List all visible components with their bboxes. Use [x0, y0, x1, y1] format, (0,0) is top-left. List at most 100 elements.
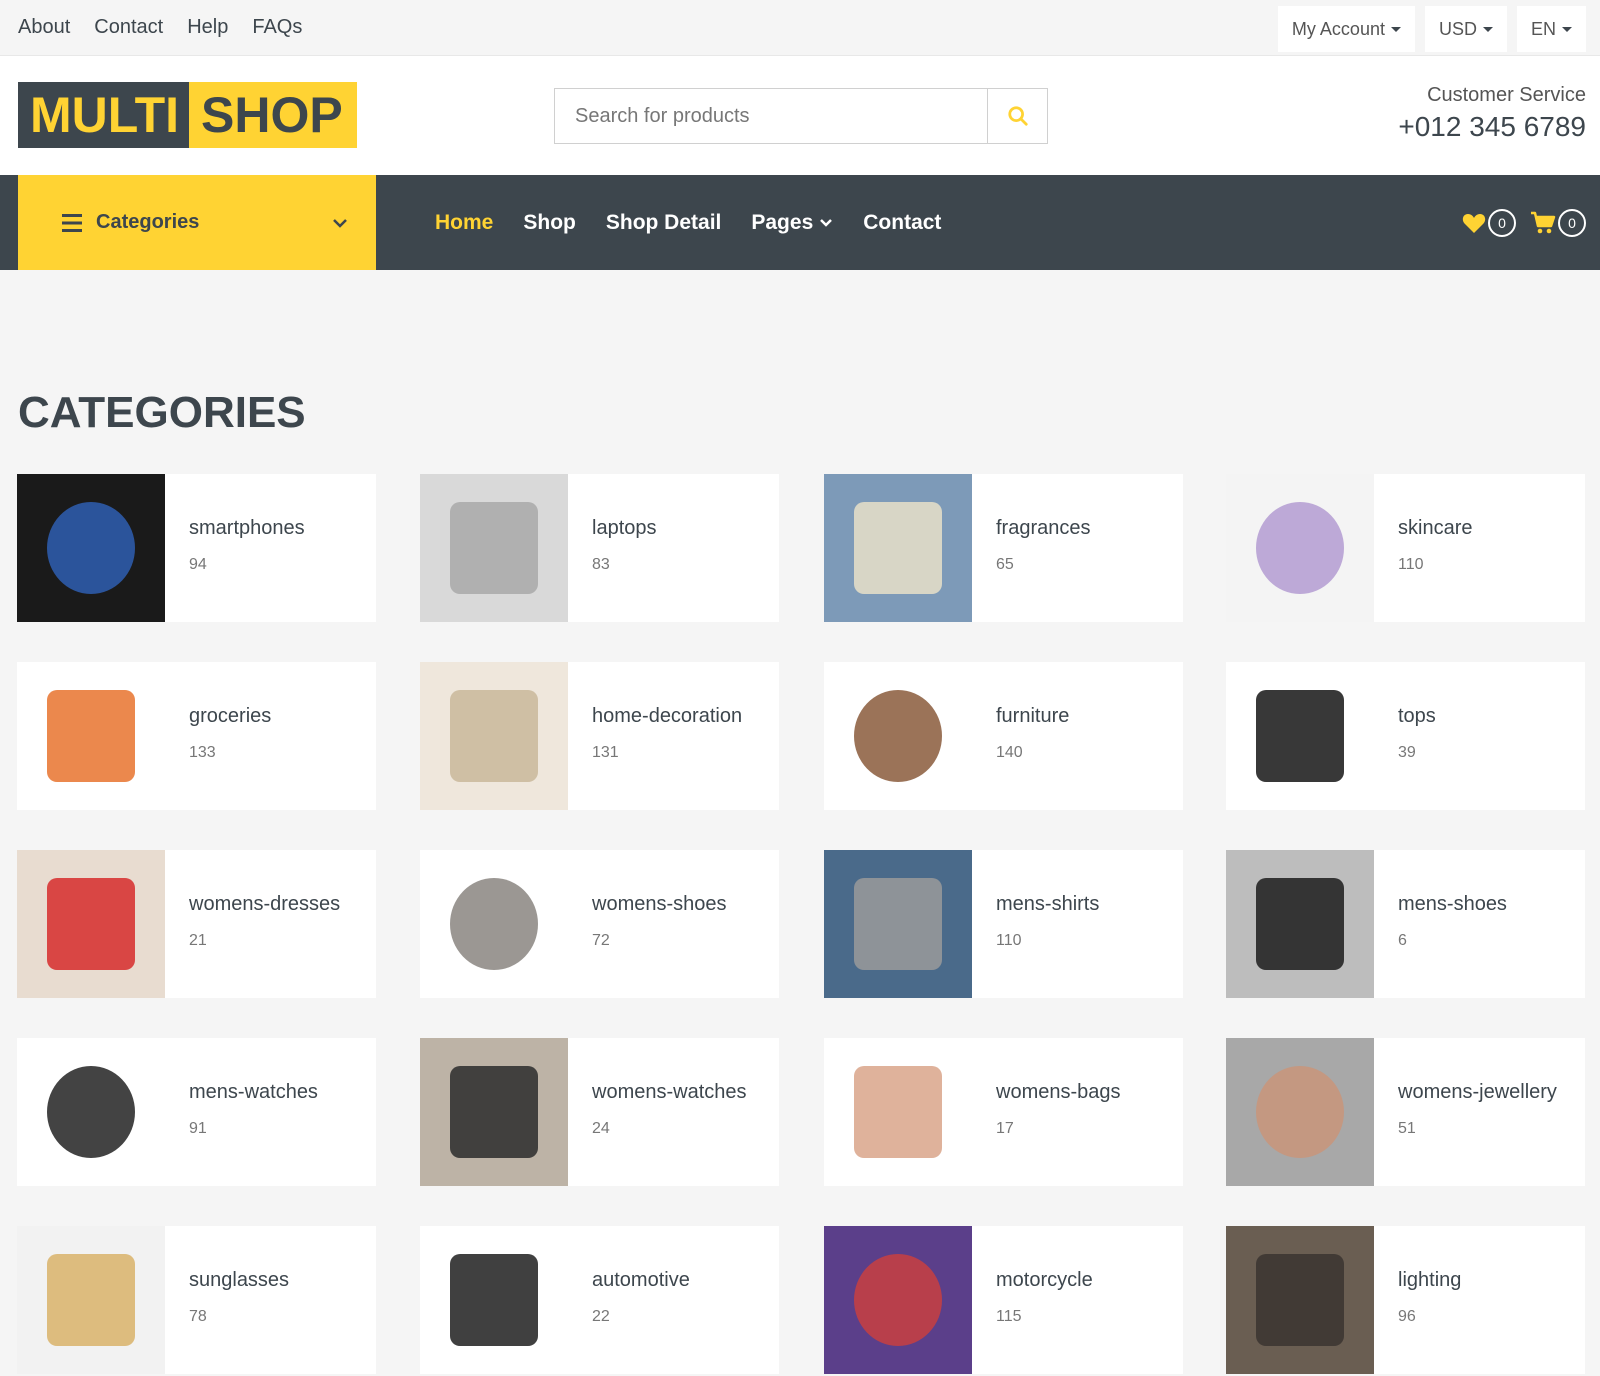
- language-dropdown[interactable]: EN: [1516, 6, 1586, 52]
- category-count: 17: [996, 1120, 1014, 1137]
- categories-title: CATEGORIES: [18, 388, 306, 437]
- nav-contact[interactable]: Contact: [863, 211, 941, 235]
- category-count: 91: [189, 1120, 207, 1137]
- category-info: skincare 110: [1374, 474, 1578, 622]
- category-card[interactable]: laptops 83: [420, 474, 779, 622]
- category-card[interactable]: womens-shoes 72: [420, 850, 779, 998]
- nav-pages[interactable]: Pages: [751, 211, 833, 235]
- category-info: tops 39: [1374, 662, 1578, 810]
- category-card[interactable]: lighting 96: [1226, 1226, 1585, 1374]
- category-count: 51: [1398, 1120, 1416, 1137]
- caret-down-icon: [1482, 26, 1493, 32]
- category-image: [1226, 662, 1374, 810]
- category-info: mens-watches 91: [165, 1038, 369, 1186]
- category-card[interactable]: motorcycle 115: [824, 1226, 1183, 1374]
- caret-down-icon: [1390, 26, 1401, 32]
- category-count: 110: [1398, 556, 1424, 573]
- about-link[interactable]: About: [18, 16, 70, 39]
- heart-icon: [1462, 213, 1486, 233]
- search-icon: [1007, 106, 1028, 126]
- category-info: womens-jewellery 51: [1374, 1038, 1578, 1186]
- category-card[interactable]: groceries 133: [17, 662, 376, 810]
- nav-home[interactable]: Home: [435, 211, 493, 235]
- category-card[interactable]: smartphones 94: [17, 474, 376, 622]
- category-card[interactable]: mens-watches 91: [17, 1038, 376, 1186]
- category-count: 131: [592, 744, 619, 761]
- category-card[interactable]: fragrances 65: [824, 474, 1183, 622]
- category-image-shape: [47, 690, 135, 782]
- category-image-shape: [450, 1066, 538, 1158]
- category-image-shape: [450, 1254, 538, 1346]
- category-count: 133: [189, 744, 216, 761]
- category-card[interactable]: tops 39: [1226, 662, 1585, 810]
- category-count: 72: [592, 932, 610, 949]
- category-image: [17, 662, 165, 810]
- category-image: [420, 662, 568, 810]
- help-link[interactable]: Help: [187, 16, 228, 39]
- category-card[interactable]: womens-jewellery 51: [1226, 1038, 1585, 1186]
- currency-dropdown[interactable]: USD: [1424, 6, 1507, 52]
- category-card[interactable]: sunglasses 78: [17, 1226, 376, 1374]
- category-name: laptops: [592, 517, 657, 539]
- category-count: 65: [996, 556, 1014, 573]
- category-info: mens-shoes 6: [1374, 850, 1578, 998]
- wishlist-button[interactable]: 0: [1462, 208, 1516, 237]
- category-count: 78: [189, 1308, 207, 1325]
- nav-shop[interactable]: Shop: [523, 211, 576, 235]
- categories-label: Categories: [96, 211, 200, 233]
- category-count: 140: [996, 744, 1023, 761]
- nav-pages-label: Pages: [751, 210, 814, 234]
- category-image-shape: [450, 690, 538, 782]
- category-card[interactable]: womens-bags 17: [824, 1038, 1183, 1186]
- top-dropdowns: My Account USD EN: [1277, 6, 1586, 52]
- categories-toggle[interactable]: Categories: [18, 175, 376, 270]
- category-card[interactable]: skincare 110: [1226, 474, 1585, 622]
- category-name: mens-shirts: [996, 893, 1100, 915]
- category-image: [824, 1038, 972, 1186]
- category-card[interactable]: mens-shirts 110: [824, 850, 1183, 998]
- category-info: womens-shoes 72: [568, 850, 772, 998]
- category-name: skincare: [1398, 517, 1473, 539]
- category-image-shape: [1256, 690, 1344, 782]
- search-form: [554, 88, 1048, 144]
- category-count: 22: [592, 1308, 610, 1325]
- category-count: 110: [996, 932, 1022, 949]
- category-info: automotive 22: [568, 1226, 772, 1374]
- search-input[interactable]: [555, 89, 987, 143]
- currency-label: USD: [1438, 18, 1477, 39]
- category-image-shape: [854, 502, 942, 594]
- category-image: [17, 474, 165, 622]
- category-card[interactable]: womens-watches 24: [420, 1038, 779, 1186]
- category-card[interactable]: mens-shoes 6: [1226, 850, 1585, 998]
- category-name: mens-shoes: [1398, 893, 1507, 915]
- language-label: EN: [1530, 18, 1556, 39]
- category-card[interactable]: furniture 140: [824, 662, 1183, 810]
- category-count: 21: [189, 932, 207, 949]
- category-name: womens-jewellery: [1398, 1081, 1557, 1103]
- category-name: tops: [1398, 705, 1436, 727]
- category-name: womens-shoes: [592, 893, 727, 915]
- category-image: [17, 1038, 165, 1186]
- nav-shop-detail[interactable]: Shop Detail: [606, 211, 722, 235]
- category-card[interactable]: womens-dresses 21: [17, 850, 376, 998]
- category-name: womens-bags: [996, 1081, 1121, 1103]
- category-info: laptops 83: [568, 474, 772, 622]
- category-info: motorcycle 115: [972, 1226, 1176, 1374]
- category-image: [824, 850, 972, 998]
- category-image-shape: [854, 1066, 942, 1158]
- category-image-shape: [47, 1066, 135, 1158]
- navbar: Categories Home Shop Shop Detail Pages C…: [0, 175, 1600, 270]
- faqs-link[interactable]: FAQs: [252, 16, 302, 39]
- category-image-shape: [854, 878, 942, 970]
- my-account-dropdown[interactable]: My Account: [1277, 6, 1415, 52]
- search-button[interactable]: [987, 89, 1047, 143]
- main-nav: Home Shop Shop Detail Pages Contact: [435, 175, 941, 270]
- contact-link[interactable]: Contact: [94, 16, 163, 39]
- category-card[interactable]: home-decoration 131: [420, 662, 779, 810]
- category-image-shape: [1256, 878, 1344, 970]
- cart-button[interactable]: 0: [1530, 208, 1586, 237]
- logo[interactable]: MULTI SHOP: [18, 82, 357, 148]
- category-card[interactable]: automotive 22: [420, 1226, 779, 1374]
- category-image: [1226, 1226, 1374, 1374]
- category-image-shape: [450, 502, 538, 594]
